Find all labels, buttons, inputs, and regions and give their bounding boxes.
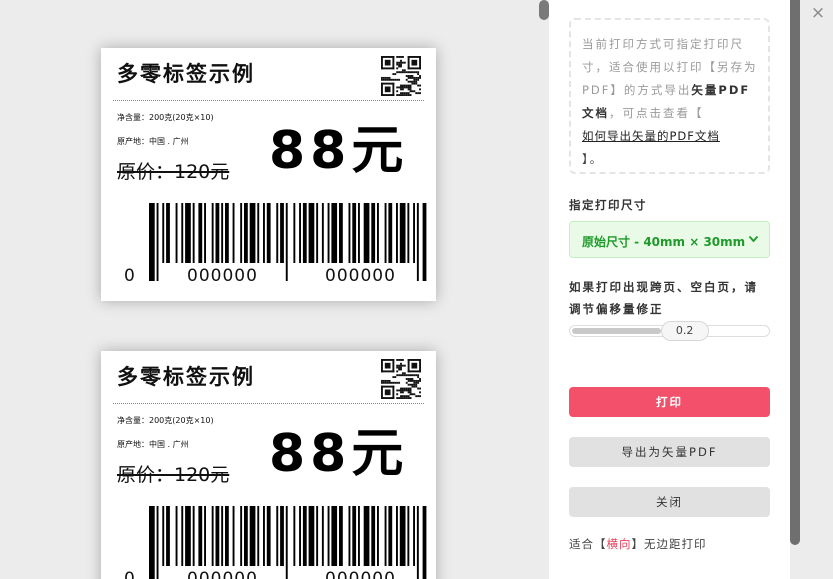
export-pdf-help-link[interactable]: 如何导出矢量的PDF文档 [582,129,720,143]
offset-section-title: 如果打印出现跨页、空白页，请调节偏移量修正 [569,280,758,316]
fit-hint: 适合【横向】无边距打印 [569,536,707,552]
qr-code-icon [381,56,421,96]
label-preview: 多零标签示例 净含量：200克(20克×10) 原产地：中国 . 广州 原价：1… [101,351,436,579]
label-original-price: 原价：120元 [117,161,230,183]
close-icon[interactable]: × [808,3,828,23]
offset-slider[interactable]: 0.2 [569,321,770,341]
barcode-digit-lead: 0 [124,266,135,286]
chevron-down-icon [748,232,759,249]
barcode-digits-right: 000000 [325,266,396,286]
slider-fill [572,328,661,334]
panel-scrollbar-thumb[interactable] [790,0,800,545]
note-text: ，可点击查看【 [609,106,704,120]
print-button[interactable]: 打印 [569,387,770,417]
fit-hint-accent: 横向 [606,537,632,551]
export-note: 当前打印方式可指定打印尺寸，适合使用以打印【另存为PDF】的方式导出矢量PDF文… [569,18,770,174]
print-preview: 多零标签示例 净含量：200克(20克×10) 原产地：中国 . 广州 原价：1… [0,0,549,579]
close-button[interactable]: 关闭 [569,487,770,517]
label-title: 多零标签示例 [117,365,255,389]
print-size-value: 原始尺寸 - 40mm × 30mm [582,235,746,249]
label-preview: 多零标签示例 净含量：200克(20克×10) 原产地：中国 . 广州 原价：1… [101,48,436,301]
qr-code-icon [381,359,421,399]
note-text: 】。 [582,152,604,166]
fit-hint-text: 】无边距打印 [631,537,707,551]
size-section-title: 指定打印尺寸 [569,198,647,212]
print-size-select[interactable]: 原始尺寸 - 40mm × 30mm [569,221,770,258]
label-original-price: 原价：120元 [117,464,230,486]
fit-hint-text: 适合【 [569,537,607,551]
label-divider [113,100,424,101]
preview-scrollbar[interactable] [539,0,549,20]
barcode-digit-lead: 0 [124,569,135,579]
slider-thumb[interactable]: 0.2 [660,321,709,341]
barcode-digits-left: 000000 [187,569,258,579]
export-pdf-button[interactable]: 导出为矢量PDF [569,437,770,467]
label-title: 多零标签示例 [117,62,255,86]
barcode-digits-right: 000000 [325,569,396,579]
label-price: 88元 [269,121,409,181]
label-net-content: 净含量：200克(20克×10) [117,113,214,122]
label-net-content: 净含量：200克(20克×10) [117,416,214,425]
label-origin: 原产地：中国 . 广州 [117,137,189,146]
barcode-digits-left: 000000 [187,266,258,286]
label-divider [113,403,424,404]
print-settings-panel: 当前打印方式可指定打印尺寸，适合使用以打印【另存为PDF】的方式导出矢量PDF文… [549,0,790,579]
label-price: 88元 [269,424,409,484]
label-origin: 原产地：中国 . 广州 [117,440,189,449]
